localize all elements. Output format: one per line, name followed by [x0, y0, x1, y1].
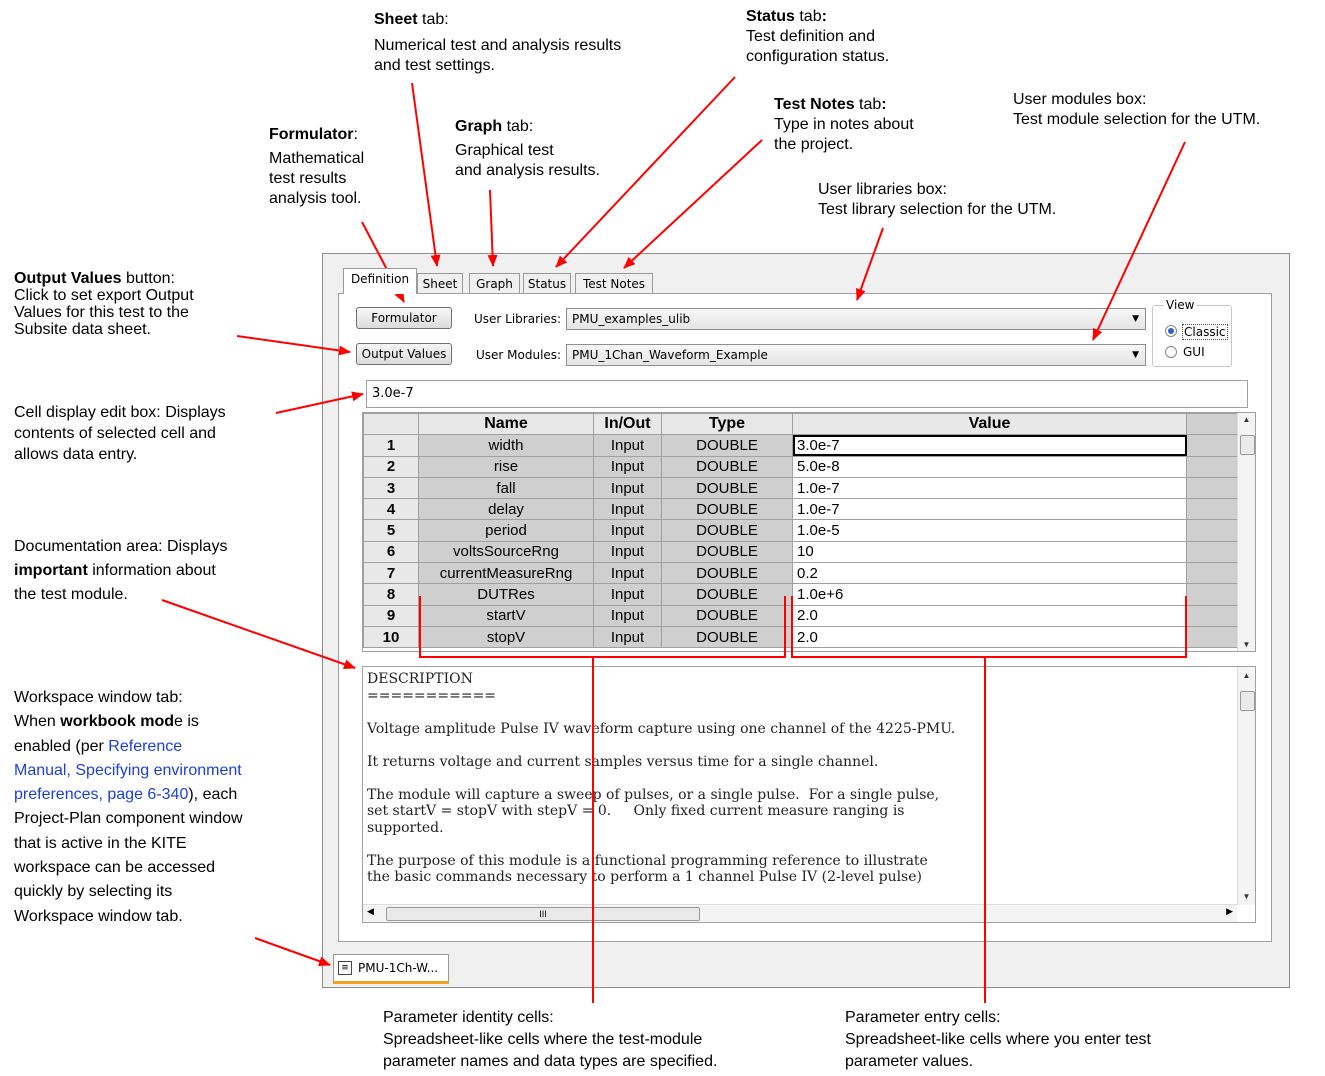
arrow-workspace: [254, 937, 331, 966]
arrow-cell-display: [275, 391, 364, 414]
arrow-status: [555, 76, 736, 268]
arrow-output-values: [236, 335, 351, 356]
annotation-arrows: [161, 76, 1187, 1003]
arrow-test-notes: [623, 139, 763, 269]
arrow-user-libraries: [856, 227, 884, 301]
bracket-identity: [419, 596, 786, 658]
tab-definition[interactable]: Definition: [343, 268, 417, 294]
arrow-documentation: [161, 599, 356, 670]
bracket-entry: [791, 596, 1187, 658]
arrow-sheet: [411, 82, 441, 267]
arrow-graph: [487, 189, 498, 267]
arrow-user-modules: [1092, 141, 1186, 341]
tab-definition-label: Definition: [350, 272, 410, 286]
